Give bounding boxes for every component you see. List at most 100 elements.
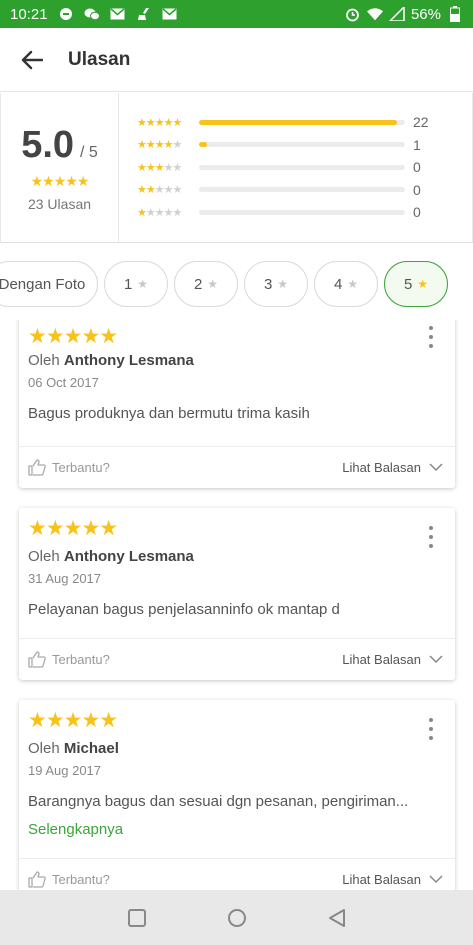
arrow-left-icon [21,50,43,69]
view-replies-button[interactable]: Lihat Balasan [342,460,443,475]
filter-5-star-chip[interactable]: 5 ★ [384,261,448,307]
review-card: ★★★★★ Oleh Michael 19 Aug 2017 Barangnya… [19,700,455,890]
review-author: Oleh Anthony Lesmana [28,548,194,565]
read-more-link[interactable]: Selengkapnya [28,821,123,838]
mail-icon [162,7,178,21]
review-text: Pelayanan bagus penjelasanninfo ok manta… [28,601,340,618]
page-title: Ulasan [68,48,131,70]
review-count: 23 Ulasan [27,195,92,212]
review-date: 31 Aug 2017 [28,571,102,586]
mail-icon [110,7,126,21]
rating-row-3: ★★★★★ 0 [137,156,472,179]
star-rating: ★★★★★ [137,184,182,197]
thumbs-up-icon [28,459,46,476]
rating-count: 1 [413,136,421,153]
rating-bar [199,187,405,193]
star-rating: ★★★★★ [137,116,182,129]
wechat-icon [84,7,100,21]
more-options-button[interactable] [421,524,441,550]
chat-bubble-icon [58,7,74,21]
home-button[interactable] [222,903,252,933]
helpful-button[interactable]: Terbantu? [28,871,110,888]
battery-icon [447,6,463,22]
rating-bar [199,209,405,215]
broom-icon [136,7,152,21]
rating-summary: 5.0 / 5 ★★★★★ 23 Ulasan ★★★★★ 22 ★★★★★ 1 ★★★… [0,93,473,243]
rating-bar [199,164,405,170]
filter-photo-chip[interactable]: Dengan Foto [0,261,98,307]
rating-row-5: ★★★★★ 22 [137,111,472,134]
thumbs-up-icon [28,871,46,888]
rating-max: / 5 [80,143,98,161]
rating-row-2: ★★★★★ 0 [137,179,472,202]
helpful-button[interactable]: Terbantu? [28,459,110,476]
chevron-down-icon [429,875,443,884]
alarm-icon [345,7,361,21]
filter-chips: Dengan Foto 1 ★ 2 ★ 3 ★ 4 ★ 5 ★ [0,258,473,310]
filter-2-star-chip[interactable]: 2 ★ [174,261,238,307]
chip-label: 1 [123,275,133,293]
helpful-label: Terbantu? [52,872,110,887]
replies-label: Lihat Balasan [342,460,421,475]
review-footer: Terbantu? Lihat Balasan [19,446,455,488]
average-rating: 5.0 [21,123,75,166]
helpful-label: Terbantu? [52,652,110,667]
back-button[interactable] [0,28,64,92]
triangle-back-icon [328,908,345,927]
rating-bar [199,142,405,148]
review-list[interactable]: ★★★★★ Oleh Anthony Lesmana 06 Oct 2017 B… [0,320,473,890]
chip-label: 5 [403,275,413,293]
review-footer: Terbantu? Lihat Balasan [19,858,455,890]
star-icon: ★ [207,277,219,291]
author-name: Michael [63,740,119,757]
app-bar: Ulasan [0,28,473,92]
view-replies-button[interactable]: Lihat Balasan [342,872,443,887]
thumbs-up-icon [28,651,46,668]
rating-bar-fill [199,142,208,148]
circle-icon [227,908,246,927]
more-options-button[interactable] [421,716,441,742]
average-star-rating: ★★★★★ [30,172,90,189]
back-nav-button[interactable] [322,903,352,933]
rating-count: 0 [413,181,421,198]
rating-bar-fill [199,119,397,125]
helpful-button[interactable]: Terbantu? [28,651,110,668]
helpful-label: Terbantu? [52,460,110,475]
rating-row-4: ★★★★★ 1 [137,134,472,157]
star-icon: ★ [347,277,359,291]
review-card: ★★★★★ Oleh Anthony Lesmana 06 Oct 2017 B… [19,320,455,488]
review-card: ★★★★★ Oleh Anthony Lesmana 31 Aug 2017 P… [19,508,455,680]
filter-photo-label: Dengan Foto [0,275,86,293]
filter-1-star-chip[interactable]: 1 ★ [104,261,168,307]
wifi-icon [366,7,383,21]
review-date: 06 Oct 2017 [28,375,99,390]
review-author: Oleh Michael [28,740,119,757]
filter-3-star-chip[interactable]: 3 ★ [244,261,308,307]
chip-label: 4 [333,275,343,293]
status-bar: 10:21 56% [0,0,473,28]
battery-percent: 56% [410,5,441,23]
signal-icon [388,7,405,21]
chip-label: 2 [193,275,203,293]
author-name: Anthony Lesmana [63,548,194,565]
star-icon: ★ [137,277,149,291]
more-options-button[interactable] [421,324,441,350]
square-icon [127,908,146,927]
star-rating: ★★★★★ [137,206,182,219]
review-stars: ★★★★★ [28,709,118,732]
rating-count: 0 [413,159,421,176]
review-text: Barangnya bagus dan sesuai dgn pesanan, … [28,793,409,810]
review-stars: ★★★★★ [28,517,118,540]
star-rating: ★★★★★ [137,139,182,152]
star-rating: ★★★★★ [137,161,182,174]
review-date: 19 Aug 2017 [28,763,102,778]
replies-label: Lihat Balasan [342,652,421,667]
author-name: Anthony Lesmana [63,352,194,369]
rating-bar [199,119,405,125]
chevron-down-icon [429,463,443,472]
rating-count: 0 [413,204,421,221]
filter-4-star-chip[interactable]: 4 ★ [314,261,378,307]
recents-button[interactable] [122,903,152,933]
review-author: Oleh Anthony Lesmana [28,352,194,369]
view-replies-button[interactable]: Lihat Balasan [342,652,443,667]
